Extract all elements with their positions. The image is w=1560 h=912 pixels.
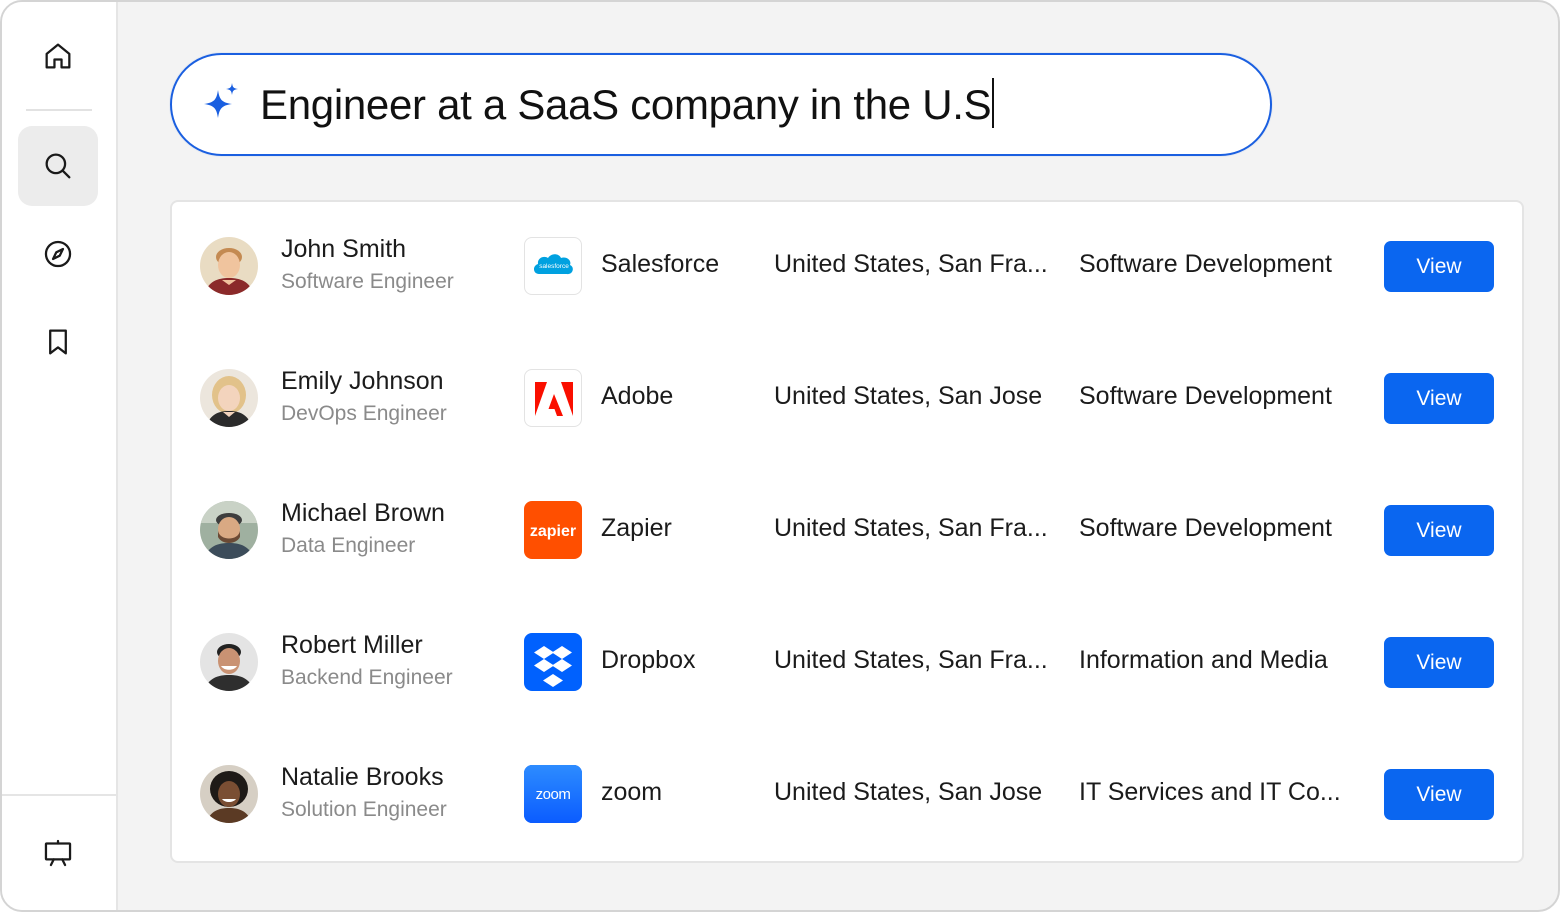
view-button[interactable]: View [1384,241,1494,292]
table-row[interactable]: Robert Miller Backend Engineer Dropbox U… [172,598,1522,730]
table-row[interactable]: Emily Johnson DevOps Engineer Adobe Unit… [172,334,1522,466]
sidebar [2,2,118,910]
company-name[interactable]: Adobe [601,382,673,411]
person-title: Software Engineer [281,270,454,293]
company-name[interactable]: zoom [601,778,662,807]
industry: IT Services and IT Co... [1079,778,1341,806]
industry: Software Development [1079,250,1332,278]
text-caret [992,78,995,128]
search-query-text: Engineer at a SaaS company in the U.S [260,81,992,128]
sidebar-item-presentation[interactable] [18,813,98,893]
view-button[interactable]: View [1384,637,1494,688]
avatar [200,765,258,823]
table-row[interactable]: John Smith Software Engineer salesforce … [172,202,1522,334]
company-logo [524,369,582,427]
person-title: Data Engineer [281,534,416,557]
app-window: Engineer at a SaaS company in the U.S Jo… [0,0,1560,912]
sidebar-item-saved[interactable] [18,302,98,382]
person-name[interactable]: Natalie Brooks [281,763,444,792]
industry: Software Development [1079,514,1332,542]
company-logo [524,633,582,691]
person-title: DevOps Engineer [281,402,447,425]
industry: Software Development [1079,382,1332,410]
sparkle-icon [204,83,238,118]
search-input[interactable]: Engineer at a SaaS company in the U.S [260,77,995,133]
avatar [200,633,258,691]
person-title: Backend Engineer [281,666,453,689]
zapier-logo-text: zapier [530,523,576,540]
sidebar-item-search[interactable] [18,126,98,206]
sidebar-divider-bottom [2,794,116,796]
presentation-icon [44,839,72,867]
avatar [200,369,258,427]
person-title: Solution Engineer [281,798,447,821]
location: United States, San Fra... [774,514,1048,542]
results-table: John Smith Software Engineer salesforce … [170,200,1524,863]
view-button[interactable]: View [1384,769,1494,820]
zoom-logo-text: zoom [536,786,571,803]
person-name[interactable]: Emily Johnson [281,367,444,396]
company-logo: salesforce [524,237,582,295]
company-logo: zapier [524,501,582,559]
company-name[interactable]: Zapier [601,514,672,543]
person-name[interactable]: Robert Miller [281,631,423,660]
location: United States, San Fra... [774,250,1048,278]
person-name[interactable]: Michael Brown [281,499,445,528]
table-row[interactable]: Natalie Brooks Solution Engineer zoom zo… [172,730,1522,862]
sidebar-item-home[interactable] [18,16,98,96]
avatar [200,237,258,295]
search-icon [45,153,71,179]
salesforce-logo-text: salesforce [539,263,569,270]
search-bar[interactable]: Engineer at a SaaS company in the U.S [170,53,1272,156]
industry: Information and Media [1079,646,1328,674]
sidebar-item-explore[interactable] [18,214,98,294]
person-name[interactable]: John Smith [281,235,406,264]
bookmark-icon [49,329,67,355]
avatar [200,501,258,559]
view-button[interactable]: View [1384,373,1494,424]
location: United States, San Jose [774,382,1043,410]
location: United States, San Jose [774,778,1043,806]
table-row[interactable]: Michael Brown Data Engineer zapier Zapie… [172,466,1522,598]
company-logo: zoom [524,765,582,823]
view-button[interactable]: View [1384,505,1494,556]
location: United States, San Fra... [774,646,1048,674]
home-icon [45,43,71,69]
company-name[interactable]: Salesforce [601,250,719,279]
sidebar-divider [26,109,92,111]
compass-icon [44,240,72,268]
company-name[interactable]: Dropbox [601,646,696,675]
